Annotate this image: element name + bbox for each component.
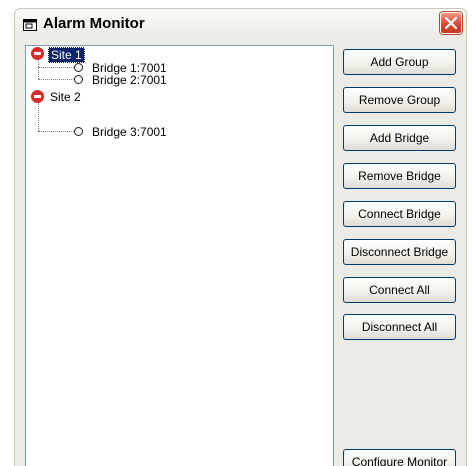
site-stop-icon xyxy=(31,47,44,60)
close-icon xyxy=(445,17,457,29)
connect-bridge-button[interactable]: Connect Bridge xyxy=(343,201,456,227)
tree-item-site-1[interactable]: Site 1 xyxy=(48,47,85,63)
alarm-monitor-window: Alarm Monitor Site 1 Bridge 1:7001 Bridg… xyxy=(0,0,472,466)
title-bar[interactable]: Alarm Monitor xyxy=(14,8,467,37)
tree-line xyxy=(38,60,39,79)
close-button[interactable] xyxy=(440,12,462,34)
connect-all-button[interactable]: Connect All xyxy=(343,277,456,303)
bridge-circle-icon xyxy=(74,75,83,84)
window-icon xyxy=(23,18,37,31)
tree-line xyxy=(38,67,74,68)
window-body: Site 1 Bridge 1:7001 Bridge 2:7001 Site … xyxy=(14,37,467,466)
add-group-button[interactable]: Add Group xyxy=(343,49,456,75)
tree-item-bridge-2[interactable]: Bridge 2:7001 xyxy=(92,73,167,87)
tree-line xyxy=(38,131,74,132)
configure-monitor-button[interactable]: Configure Monitor xyxy=(343,449,456,466)
site-tree-view[interactable]: Site 1 Bridge 1:7001 Bridge 2:7001 Site … xyxy=(25,45,334,466)
remove-bridge-button[interactable]: Remove Bridge xyxy=(343,163,456,189)
disconnect-bridge-button[interactable]: Disconnect Bridge xyxy=(343,239,456,265)
tree-line xyxy=(38,79,74,80)
tree-item-bridge-3[interactable]: Bridge 3:7001 xyxy=(92,125,167,139)
add-bridge-button[interactable]: Add Bridge xyxy=(343,125,456,151)
site-stop-icon xyxy=(31,90,44,103)
window-title: Alarm Monitor xyxy=(43,15,145,32)
bridge-circle-icon xyxy=(74,63,83,72)
bridge-circle-icon xyxy=(74,127,83,136)
disconnect-all-button[interactable]: Disconnect All xyxy=(343,314,456,340)
remove-group-button[interactable]: Remove Group xyxy=(343,87,456,113)
tree-line xyxy=(38,103,39,131)
tree-item-site-2[interactable]: Site 2 xyxy=(50,90,81,104)
